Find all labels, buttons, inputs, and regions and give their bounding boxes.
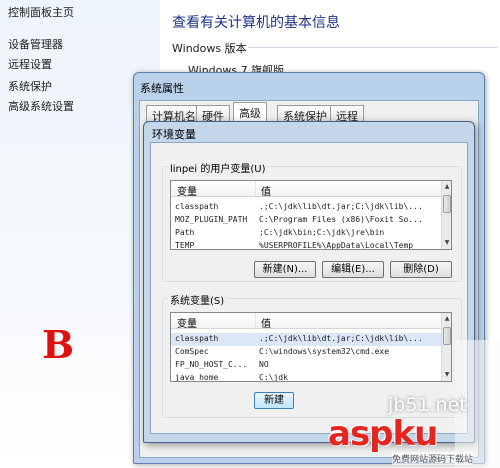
system-variables-list[interactable]: 变量 值 classpath .;C:\jdk\lib\dt.jar;C:\jd… — [170, 312, 452, 382]
table-row[interactable]: TEMP %USERPROFILE%\AppData\Local\Temp — [171, 240, 451, 250]
variable-name: TEMP — [175, 241, 195, 250]
column-value[interactable]: 值 — [261, 183, 271, 198]
variable-value: NO — [259, 360, 269, 369]
user-new-button[interactable]: 新建(N)... — [254, 261, 316, 278]
user-variables-list[interactable]: 变量 值 classpath .;C:\jdk\lib\dt.jar;C:\jd… — [170, 180, 452, 250]
variable-name: MOZ_PLUGIN_PATH — [175, 215, 248, 224]
column-variable[interactable]: 变量 — [177, 183, 197, 198]
system-new-button[interactable]: 新建 — [254, 392, 294, 409]
system-list-scrollbar[interactable]: ▲ ▼ — [441, 313, 451, 381]
scroll-thumb[interactable] — [443, 195, 451, 213]
table-row[interactable]: classpath .;C:\jdk\lib\dt.jar;C:\jdk\lib… — [171, 333, 451, 346]
remote-settings-link[interactable]: 远程设置 — [8, 56, 52, 72]
variable-name: FP_NO_HOST_C... — [175, 360, 248, 369]
watermark-site: jb51.net — [388, 394, 467, 416]
variable-value: %USERPROFILE%\AppData\Local\Temp — [259, 241, 414, 250]
table-row[interactable]: MOZ_PLUGIN_PATH C:\Program Files (x86)\F… — [171, 214, 451, 227]
user-variables-label: linpei 的用户变量(U) — [168, 160, 268, 175]
control-panel-home-link[interactable]: 控制面板主页 — [8, 4, 74, 20]
table-row[interactable]: java_home C:\jdk — [171, 372, 451, 382]
table-row[interactable]: ComSpec C:\windows\system32\cmd.exe — [171, 346, 451, 359]
watermark-logo: aspku — [328, 414, 438, 454]
user-list-scrollbar[interactable]: ▲ ▼ — [441, 181, 451, 249]
scroll-thumb[interactable] — [443, 327, 451, 345]
user-delete-button[interactable]: 删除(D) — [390, 261, 452, 278]
section-divider — [248, 47, 498, 48]
variable-name: ComSpec — [175, 347, 209, 356]
scroll-up-icon[interactable]: ▲ — [443, 183, 451, 191]
list-header: 变量 值 — [171, 181, 443, 198]
variable-name: Path — [175, 228, 195, 237]
variable-value: C:\jdk — [259, 373, 288, 382]
column-separator — [255, 313, 256, 329]
variable-value: C:\windows\system32\cmd.exe — [259, 347, 390, 356]
advanced-settings-link[interactable]: 高级系统设置 — [8, 98, 74, 114]
variable-value: .;C:\jdk\lib\dt.jar;C:\jdk\lib\... — [259, 334, 423, 343]
user-edit-button[interactable]: 编辑(E)... — [322, 261, 384, 278]
scroll-down-icon[interactable]: ▼ — [443, 239, 451, 247]
variable-name: java_home — [175, 373, 219, 382]
variable-value: ;C:\jdk\bin;C:\jdk\jre\bin — [259, 228, 385, 237]
edition-label: Windows 版本 — [172, 42, 247, 55]
scroll-up-icon[interactable]: ▲ — [443, 315, 451, 323]
column-variable[interactable]: 变量 — [177, 315, 197, 330]
watermark-tagline: 免费网站源码下载站 — [392, 452, 474, 465]
table-row[interactable]: classpath .;C:\jdk\lib\dt.jar;C:\jdk\lib… — [171, 201, 451, 214]
system-variables-label: 系统变量(S) — [168, 292, 227, 307]
page-title: 查看有关计算机的基本信息 — [172, 15, 340, 31]
column-value[interactable]: 值 — [261, 315, 271, 330]
scroll-down-icon[interactable]: ▼ — [443, 371, 451, 379]
variable-value: .;C:\jdk\lib\dt.jar;C:\jdk\lib\... — [259, 202, 423, 211]
list-header: 变量 值 — [171, 313, 443, 330]
variable-name: classpath — [175, 334, 219, 343]
table-row[interactable]: Path ;C:\jdk\bin;C:\jdk\jre\bin — [171, 227, 451, 240]
system-protection-link[interactable]: 系统保护 — [8, 78, 52, 94]
device-manager-link[interactable]: 设备管理器 — [8, 36, 63, 52]
variable-value: C:\Program Files (x86)\Foxit So... — [259, 215, 423, 224]
env-dialog-title: 环境变量 — [152, 128, 196, 141]
variable-name: classpath — [175, 202, 219, 211]
table-row[interactable]: FP_NO_HOST_C... NO — [171, 359, 451, 372]
annotation-letter: B — [42, 322, 75, 367]
system-properties-title: 系统属性 — [140, 82, 184, 95]
column-separator — [255, 181, 256, 197]
